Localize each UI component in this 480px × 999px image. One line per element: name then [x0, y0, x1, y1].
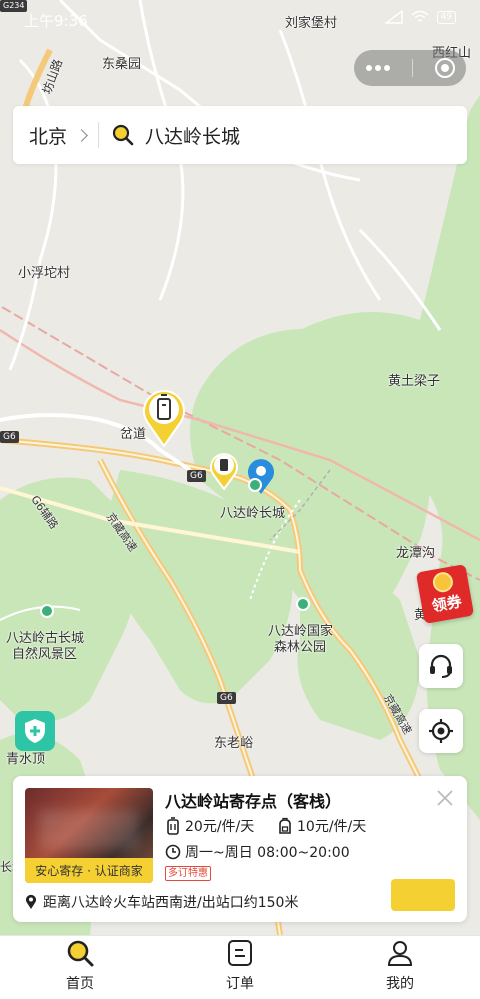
- price-large-luggage: 20元/件/天: [165, 816, 254, 836]
- search-input[interactable]: 八达岭长城: [145, 122, 240, 149]
- map-label-badaling: 八达岭长城: [220, 506, 286, 521]
- map-label-longtangou: 龙潭沟: [396, 546, 436, 561]
- locate-button[interactable]: [419, 709, 463, 753]
- coin-icon: [431, 570, 455, 594]
- chevron-right-icon: [75, 128, 88, 142]
- tab-home[interactable]: 首页: [0, 936, 160, 999]
- map-label-forest-2: 森林公园: [274, 640, 327, 655]
- map-label-gucheng-2: 自然风景区: [12, 647, 78, 662]
- backpack-icon: [279, 817, 291, 834]
- scenic-spot-icon: [40, 604, 54, 618]
- storage-point-title: 八达岭站寄存点（客栈）: [165, 792, 342, 811]
- search-icon: [67, 940, 94, 967]
- tab-orders[interactable]: 订单: [160, 936, 320, 999]
- coupon-label: 领券: [430, 592, 464, 616]
- tab-orders-label: 订单: [226, 976, 254, 992]
- status-time: 上午9:36: [24, 12, 88, 30]
- certified-badge: 安心寄存 · 认证商家: [25, 858, 153, 883]
- battery-icon: 49: [436, 10, 456, 24]
- price-large-text: 20元/件/天: [185, 819, 255, 835]
- close-circle-icon[interactable]: [434, 57, 456, 79]
- clock-icon: [165, 844, 181, 860]
- profile-icon: [387, 941, 413, 966]
- more-icon[interactable]: [365, 64, 391, 72]
- customer-service-button[interactable]: [419, 644, 463, 688]
- price-small-luggage: 10元/件/天: [277, 816, 366, 836]
- opening-hours-text: 周一~周日 08:00~20:00: [185, 845, 350, 861]
- map-label-dongsangyuan: 东桑园: [102, 57, 142, 72]
- storage-point-address: 距离八达岭火车站西南进/出站口约150米: [25, 892, 298, 912]
- scenic-spot-icon: [248, 478, 262, 492]
- tab-home-label: 首页: [66, 976, 94, 992]
- opening-hours: 周一~周日 08:00~20:00: [165, 842, 350, 862]
- scenic-spot-icon: [296, 597, 310, 611]
- tab-profile-label: 我的: [386, 976, 414, 992]
- status-bar: 上午9:36 49: [0, 0, 480, 40]
- map-label-xiaofutuo: 小浮坨村: [18, 266, 71, 281]
- crosshair-icon: [429, 719, 453, 743]
- storage-point-card[interactable]: 安心寄存 · 认证商家 八达岭站寄存点（客栈） 20元/件/天 10元/件/天 …: [13, 776, 467, 922]
- map-label-donglaoyu: 东老峪: [214, 736, 254, 751]
- address-text: 距离八达岭火车站西南进/出站口约150米: [43, 895, 299, 911]
- price-small-text: 10元/件/天: [297, 819, 367, 835]
- shield-plus-icon: [25, 719, 45, 743]
- road-badge-g6-c: G6: [217, 692, 236, 704]
- city-selector[interactable]: 北京: [13, 122, 67, 149]
- search-bar[interactable]: 北京 八达岭长城: [13, 106, 467, 164]
- tab-profile[interactable]: 我的: [320, 936, 480, 999]
- location-icon: [26, 894, 36, 909]
- coupon-button[interactable]: 领券: [415, 564, 475, 624]
- safety-shield-button[interactable]: [15, 711, 55, 751]
- headset-icon: [430, 654, 452, 678]
- book-button[interactable]: [391, 879, 455, 911]
- suitcase-icon: [167, 817, 179, 835]
- wifi-icon: [411, 10, 429, 22]
- road-badge-g6-b: G6: [187, 470, 206, 482]
- promo-tag: 多订特惠: [165, 866, 211, 881]
- close-icon[interactable]: [435, 788, 455, 808]
- mini-program-capsule[interactable]: [354, 50, 466, 86]
- storage-marker-small[interactable]: [209, 450, 239, 490]
- search-icon: [112, 124, 134, 146]
- signal-icon: [384, 10, 403, 24]
- map-label-huangtuliangzi: 黄土梁子: [388, 374, 441, 389]
- bottom-tab-bar: 首页 订单 我的: [0, 935, 480, 999]
- road-badge-g6-a: G6: [0, 431, 19, 443]
- order-icon: [228, 940, 252, 966]
- storage-marker-large[interactable]: [140, 385, 188, 447]
